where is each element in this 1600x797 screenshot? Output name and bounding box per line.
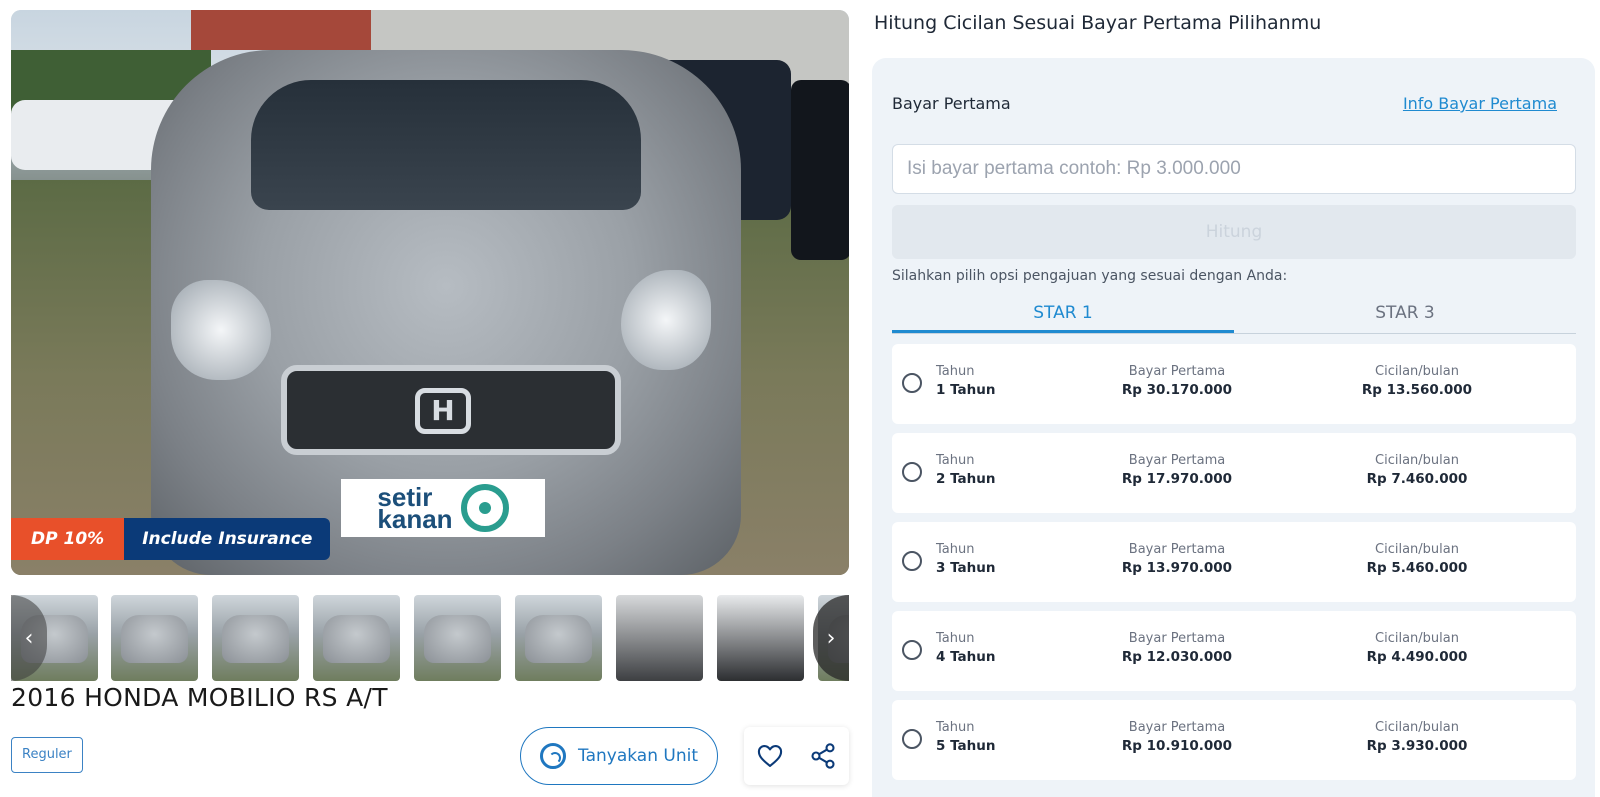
promo-dp-badge: DP 10% (11, 518, 125, 560)
action-buttons (744, 727, 849, 785)
calculator-heading: Hitung Cicilan Sesuai Bayar Pertama Pili… (874, 12, 1322, 34)
monthly-col: Cicilan/bulan Rp 13.560.000 (1361, 364, 1473, 398)
promo-ribbon: DP 10% Include Insurance (11, 518, 331, 560)
dp-col: Bayar Pertama Rp 30.170.000 (1121, 364, 1233, 398)
thumbnail[interactable] (515, 595, 602, 681)
installment-option[interactable]: Tahun 5 Tahun Bayar Pertama Rp 10.910.000 … (892, 700, 1576, 780)
heart-icon[interactable] (756, 742, 784, 770)
option-radio[interactable] (902, 729, 922, 749)
setir-kanan-plate: setir kanan (341, 479, 545, 537)
monthly-col: Cicilan/bulan Rp 3.930.000 (1366, 720, 1468, 754)
thumbnail[interactable] (717, 595, 804, 681)
photo-windshield (251, 80, 641, 210)
thumbnail[interactable] (616, 595, 703, 681)
option-hint: Silahkan pilih opsi pengajuan yang sesua… (892, 268, 1288, 284)
honda-logo-icon: H (415, 388, 471, 434)
calculator-panel: Bayar Pertama Info Bayar Pertama Isi bay… (872, 58, 1595, 797)
tenor-col: Tahun 4 Tahun (936, 631, 996, 665)
option-radio[interactable] (902, 462, 922, 482)
package-tabs: STAR 1 STAR 3 (892, 294, 1576, 334)
whatsapp-icon (540, 743, 566, 769)
tab-star-1[interactable]: STAR 1 (892, 294, 1234, 333)
thumbnail[interactable] (111, 595, 198, 681)
thumbnail[interactable] (313, 595, 400, 681)
thumbnail[interactable] (212, 595, 299, 681)
installment-option[interactable]: Tahun 1 Tahun Bayar Pertama Rp 30.170.000 … (892, 344, 1576, 424)
info-bayar-pertama-link[interactable]: Info Bayar Pertama (1403, 94, 1557, 113)
monthly-col: Cicilan/bulan Rp 7.460.000 (1366, 453, 1468, 487)
installment-option[interactable]: Tahun 2 Tahun Bayar Pertama Rp 17.970.000 … (892, 433, 1576, 513)
steering-wheel-icon (460, 484, 509, 532)
photo-headlight-right (621, 270, 711, 370)
main-car-photo[interactable]: H setir kanan DP 10% Include Insurance (11, 10, 849, 575)
reguler-tag: Reguler (11, 737, 83, 773)
tenor-col: Tahun 3 Tahun (936, 542, 996, 576)
photo-roof (191, 10, 391, 50)
bayar-pertama-label: Bayar Pertama (892, 94, 1011, 113)
tab-star-3[interactable]: STAR 3 (1234, 294, 1576, 333)
photo-bg-car-right (791, 80, 849, 260)
ask-unit-button[interactable]: Tanyakan Unit (520, 727, 718, 785)
plate-line-2: kanan (377, 504, 453, 534)
dp-col: Bayar Pertama Rp 10.910.000 (1121, 720, 1233, 754)
monthly-col: Cicilan/bulan Rp 5.460.000 (1366, 542, 1468, 576)
share-icon[interactable] (809, 742, 837, 770)
bayar-pertama-input[interactable]: Isi bayar pertama contoh: Rp 3.000.000 (892, 144, 1576, 194)
ask-unit-label: Tanyakan Unit (578, 746, 698, 766)
option-radio[interactable] (902, 640, 922, 660)
tenor-col: Tahun 5 Tahun (936, 720, 996, 754)
option-radio[interactable] (902, 551, 922, 571)
monthly-col: Cicilan/bulan Rp 4.490.000 (1366, 631, 1468, 665)
hitung-button[interactable]: Hitung (892, 205, 1576, 259)
promo-insurance-badge: Include Insurance (124, 518, 331, 560)
dp-col: Bayar Pertama Rp 17.970.000 (1121, 453, 1233, 487)
tenor-col: Tahun 1 Tahun (936, 364, 996, 398)
dp-col: Bayar Pertama Rp 13.970.000 (1121, 542, 1233, 576)
thumbnail-strip: ‹ › (11, 595, 849, 681)
thumbnail[interactable] (414, 595, 501, 681)
installment-option[interactable]: Tahun 3 Tahun Bayar Pertama Rp 13.970.000 … (892, 522, 1576, 602)
dp-col: Bayar Pertama Rp 12.030.000 (1121, 631, 1233, 665)
option-radio[interactable] (902, 373, 922, 393)
tenor-col: Tahun 2 Tahun (936, 453, 996, 487)
installment-option[interactable]: Tahun 4 Tahun Bayar Pertama Rp 12.030.000 … (892, 611, 1576, 691)
car-title: 2016 HONDA MOBILIO RS A/T (11, 683, 388, 712)
